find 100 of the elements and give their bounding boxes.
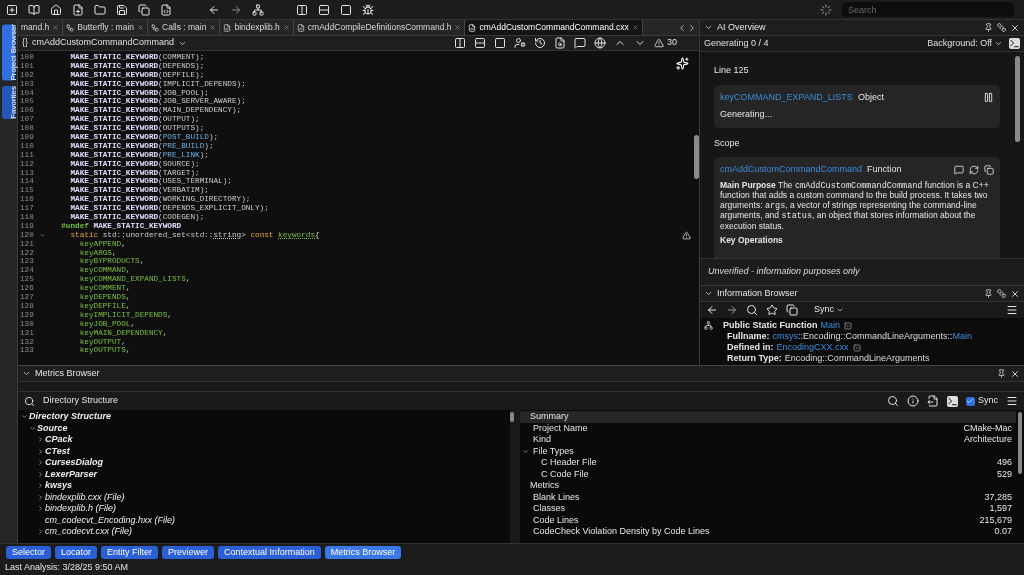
tree-item[interactable]: kwsys: [45, 479, 73, 493]
bottom-tab[interactable]: Entity Filter: [101, 545, 159, 559]
expand-icon[interactable]: [37, 528, 44, 536]
terminal-icon[interactable]: [1009, 38, 1020, 49]
dropdown-icon[interactable]: [844, 321, 853, 330]
terminal-icon[interactable]: [947, 395, 958, 407]
tree-item[interactable]: LexerParser: [45, 467, 98, 481]
bottom-tab[interactable]: Locator: [55, 545, 98, 559]
pause-icon[interactable]: [983, 91, 994, 103]
book-icon[interactable]: [28, 3, 40, 16]
comment-icon[interactable]: [954, 164, 964, 175]
tree-item[interactable]: Directory Structure: [29, 410, 112, 424]
info-icon[interactable]: [907, 395, 919, 407]
expand-icon[interactable]: [37, 470, 44, 478]
forward-icon[interactable]: [230, 3, 242, 16]
menu-icon[interactable]: [1006, 395, 1018, 407]
search-icon[interactable]: [746, 304, 758, 316]
close-icon[interactable]: [1010, 368, 1020, 379]
scrollbar-thumb[interactable]: [694, 135, 699, 179]
user-settings-icon[interactable]: [514, 37, 526, 49]
scroll-left-icon[interactable]: [677, 22, 687, 33]
tree-item[interactable]: bindexplib.cxx (File): [45, 490, 125, 504]
expand-icon[interactable]: [21, 413, 28, 421]
save-icon[interactable]: [116, 3, 128, 16]
tree-item[interactable]: bindexplib.h (File): [45, 502, 117, 516]
file-search-icon[interactable]: [554, 37, 566, 49]
expand-icon[interactable]: [37, 482, 44, 490]
globe-icon[interactable]: [594, 37, 606, 49]
menu-icon[interactable]: [1006, 304, 1018, 316]
tree-item[interactable]: CTest: [45, 444, 70, 458]
tree-item[interactable]: cm_codecvt.cxx (File): [45, 525, 133, 539]
file-icon[interactable]: [223, 23, 232, 32]
bottom-tab[interactable]: Previewer: [162, 545, 215, 559]
refresh-icon[interactable]: [969, 164, 979, 175]
close-icon[interactable]: [1010, 288, 1020, 299]
tree-item[interactable]: Source: [37, 421, 68, 435]
expand-icon[interactable]: [37, 459, 44, 467]
comment-icon[interactable]: [574, 37, 586, 49]
pin-icon[interactable]: [997, 369, 1006, 378]
sparkle-icon[interactable]: [676, 57, 689, 70]
symbol-link[interactable]: cmAddCustomCommandCommand: [720, 163, 863, 177]
split-columns-icon[interactable]: [296, 3, 308, 16]
sync-dropdown[interactable]: Sync: [814, 303, 844, 317]
fold-icon[interactable]: [39, 231, 46, 239]
graph-icon[interactable]: [66, 23, 75, 32]
search-icon[interactable]: [887, 395, 899, 407]
expand-icon[interactable]: [37, 505, 44, 513]
export-icon[interactable]: [927, 395, 939, 407]
editor-tab[interactable]: mand.h: [18, 20, 64, 35]
single-pane-icon[interactable]: [494, 37, 506, 49]
float-icon[interactable]: [997, 23, 1006, 32]
scrollbar-thumb[interactable]: [1018, 412, 1022, 474]
file-icon[interactable]: [160, 3, 172, 16]
bottom-tab[interactable]: Selector: [6, 545, 52, 559]
split-columns-icon[interactable]: [454, 37, 466, 49]
symbol-link[interactable]: keyCOMMAND_EXPAND_LISTS: [720, 90, 853, 104]
split-rows-icon[interactable]: [474, 37, 486, 49]
expand-icon[interactable]: [37, 447, 44, 455]
collapse-icon[interactable]: [22, 369, 31, 378]
tree-item[interactable]: CPack: [45, 433, 73, 447]
float-icon[interactable]: [997, 289, 1006, 298]
history-icon[interactable]: [534, 37, 546, 49]
folder-icon[interactable]: [94, 3, 106, 16]
expand-icon[interactable]: [37, 436, 44, 444]
sync-checkbox[interactable]: Sync: [966, 394, 998, 408]
back-icon[interactable]: [706, 304, 718, 316]
bug-icon[interactable]: [362, 3, 374, 16]
back-icon[interactable]: [208, 3, 220, 16]
scrollbar-thumb[interactable]: [1015, 56, 1020, 142]
file-icon[interactable]: [296, 23, 305, 32]
warnings-button[interactable]: 30: [654, 36, 677, 50]
search-field[interactable]: Search: [842, 2, 1014, 17]
copy-icon[interactable]: [786, 304, 798, 316]
scrollbar-thumb[interactable]: [510, 412, 514, 422]
collapse-icon[interactable]: [704, 289, 713, 298]
dropdown-icon[interactable]: [852, 343, 861, 352]
graph-icon[interactable]: [151, 23, 160, 32]
tree-item[interactable]: CursesDialog: [45, 456, 104, 470]
bottom-tab[interactable]: Metrics Browser: [324, 545, 402, 559]
tree-item[interactable]: cm_codecvt_Encoding.hxx (File): [45, 513, 176, 527]
side-tab[interactable]: Favorites: [2, 86, 15, 120]
pin-icon[interactable]: [984, 289, 993, 298]
group-row[interactable]: Metrics: [520, 480, 1016, 492]
new-file-icon[interactable]: [72, 3, 84, 16]
search-field[interactable]: Directory Structure: [43, 394, 879, 408]
expand-icon[interactable]: [37, 493, 44, 501]
bottom-tab[interactable]: Contextual Information: [218, 545, 321, 559]
symbol-breadcrumb[interactable]: {} cmAddCustomCommandCommand: [22, 36, 188, 50]
close-icon[interactable]: [1010, 22, 1020, 33]
new-project-icon[interactable]: [6, 3, 18, 16]
split-rows-icon[interactable]: [318, 3, 330, 16]
editor-tab[interactable]: Butterfly : main: [63, 20, 149, 35]
group-row[interactable]: Summary: [520, 411, 1016, 423]
expand-icon[interactable]: [29, 424, 36, 432]
background-dropdown[interactable]: Background: Off: [927, 36, 1003, 51]
pin-icon[interactable]: [984, 23, 993, 32]
graph-icon[interactable]: [252, 3, 264, 16]
collapse-icon[interactable]: [704, 23, 713, 32]
scroll-right-icon[interactable]: [687, 22, 697, 33]
favorite-icon[interactable]: [766, 304, 778, 316]
